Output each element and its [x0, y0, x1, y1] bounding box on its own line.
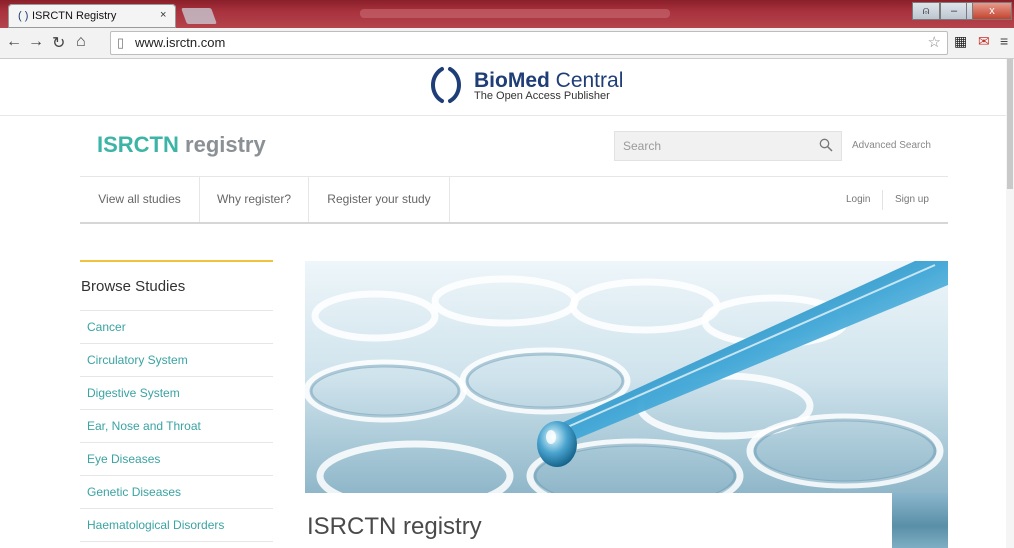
nav-register-your-study[interactable]: Register your study	[309, 177, 450, 222]
address-bar[interactable]: ▯ www.isrctn.com ☆	[110, 31, 948, 55]
tab-close-icon[interactable]: ×	[160, 9, 166, 21]
forward-arrow-icon[interactable]: →	[28, 33, 44, 51]
login-link[interactable]: Login	[846, 177, 870, 222]
bookmark-star-icon[interactable]: ☆	[928, 33, 941, 51]
new-tab-button[interactable]	[181, 8, 217, 24]
header-divider	[0, 115, 1014, 116]
scrollbar-thumb[interactable]	[1007, 59, 1013, 189]
hero-title: ISRCTN registry	[307, 513, 482, 540]
sidebar-item-cancer[interactable]: Cancer	[80, 311, 273, 344]
minimize-button[interactable]: –	[940, 2, 968, 20]
hero-image	[305, 261, 948, 493]
close-window-button[interactable]: x	[972, 2, 1012, 20]
browse-studies-sidebar: Browse Studies Cancer Circulatory System…	[80, 260, 273, 542]
search-input[interactable]	[615, 132, 821, 160]
search-icon[interactable]	[819, 138, 833, 152]
gmail-extension-icon[interactable]: ✉	[978, 33, 990, 50]
browser-tab[interactable]: ( ) ISRCTN Registry ×	[8, 4, 176, 28]
tab-title: ISRCTN Registry	[32, 10, 117, 22]
sidebar-item-genetic-diseases[interactable]: Genetic Diseases	[80, 476, 273, 509]
page-scrollbar[interactable]	[1006, 59, 1014, 548]
hero-image-edge	[892, 493, 948, 548]
user-profile-icon[interactable]: ⍝	[912, 2, 940, 20]
advanced-search-link[interactable]: Advanced Search	[852, 140, 931, 151]
search-box	[614, 131, 842, 161]
home-icon[interactable]: ⌂	[76, 33, 86, 51]
publisher-tagline: The Open Access Publisher	[474, 90, 610, 102]
nav-why-register[interactable]: Why register?	[200, 177, 309, 222]
signup-link[interactable]: Sign up	[895, 177, 929, 222]
sidebar-item-digestive-system[interactable]: Digestive System	[80, 377, 273, 410]
main-nav: View all studies Why register? Register …	[80, 176, 948, 224]
sidebar-title: Browse Studies	[80, 262, 273, 311]
back-arrow-icon[interactable]: ←	[6, 33, 22, 51]
biomed-favicon-icon: ( )	[18, 10, 29, 22]
sidebar-item-haematological-disorders[interactable]: Haematological Disorders	[80, 509, 273, 542]
biomed-mark-icon	[431, 67, 461, 103]
chrome-menu-icon[interactable]: ≡	[1000, 33, 1008, 49]
nav-separator	[882, 190, 883, 210]
page-icon: ▯	[117, 35, 125, 50]
sidebar-item-ear-nose-throat[interactable]: Ear, Nose and Throat	[80, 410, 273, 443]
sidebar-item-circulatory-system[interactable]: Circulatory System	[80, 344, 273, 377]
hero-caption: ISRCTN registry	[305, 493, 892, 548]
window-title-blurred	[360, 9, 670, 18]
isrctn-logo[interactable]: ISRCTN registry	[97, 132, 266, 158]
browser-titlebar: ( ) ISRCTN Registry × ⍝ – □ x	[0, 0, 1014, 28]
url-text: www.isrctn.com	[135, 35, 226, 50]
browser-toolbar: ← → ↻ ⌂ ▯ www.isrctn.com ☆ ▦ ✉ ≡	[0, 28, 1014, 59]
reload-icon[interactable]: ↻	[52, 33, 65, 53]
sidebar-item-eye-diseases[interactable]: Eye Diseases	[80, 443, 273, 476]
nav-view-all-studies[interactable]: View all studies	[80, 177, 200, 222]
qr-extension-icon[interactable]: ▦	[954, 33, 967, 50]
